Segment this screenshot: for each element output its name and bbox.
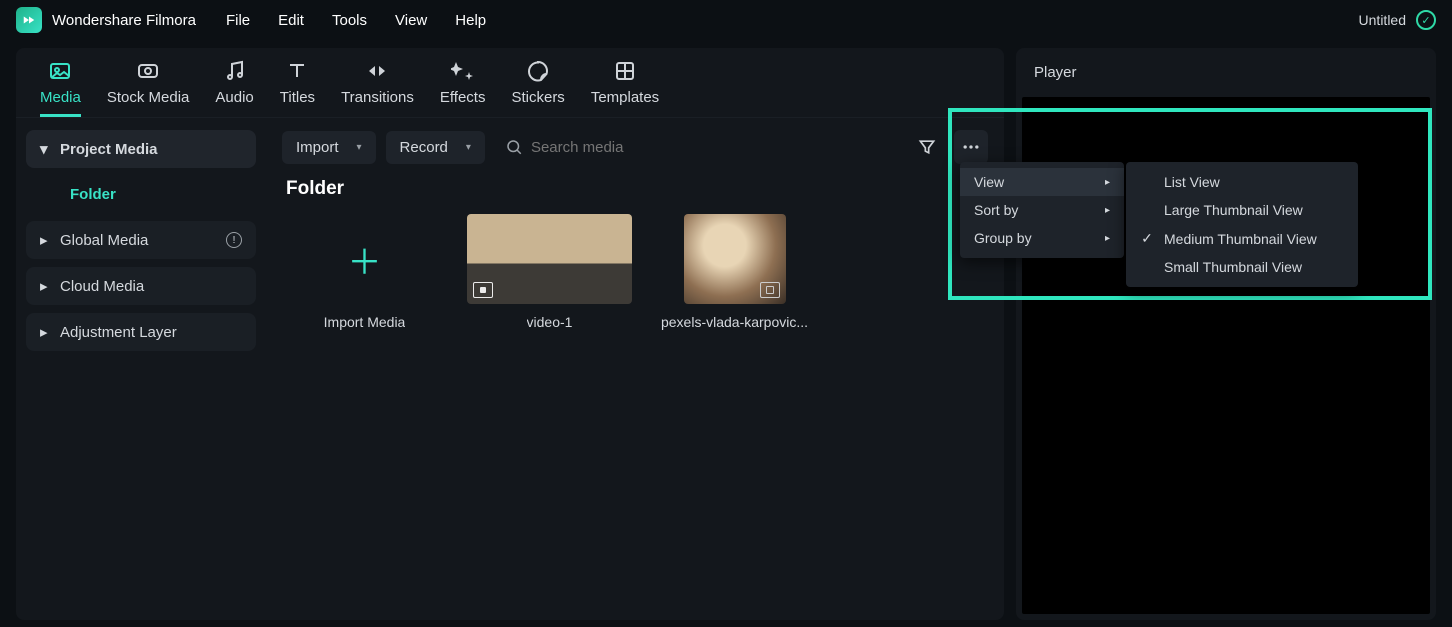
player-header: Player bbox=[1016, 48, 1436, 97]
view-submenu: List View Large Thumbnail View ✓Medium T… bbox=[1126, 162, 1358, 287]
filter-button[interactable] bbox=[910, 130, 944, 164]
video-thumbnail bbox=[684, 214, 786, 304]
clip-badge-icon bbox=[473, 282, 493, 298]
chevron-right-icon: ▸ bbox=[1105, 233, 1110, 244]
app-logo-icon bbox=[16, 7, 42, 33]
menu-edit[interactable]: Edit bbox=[278, 12, 304, 29]
media-icon bbox=[48, 59, 72, 83]
check-icon: ✓ bbox=[1140, 230, 1154, 247]
import-dropdown[interactable]: Import ▾ bbox=[282, 131, 376, 164]
titles-icon bbox=[285, 59, 309, 83]
saved-check-icon: ✓ bbox=[1416, 10, 1436, 30]
more-options-menu: View▸ Sort by▸ Group by▸ bbox=[960, 162, 1124, 258]
sidebar-global-media[interactable]: ▸ Global Media ! bbox=[26, 221, 256, 259]
caret-down-icon: ▾ bbox=[466, 142, 471, 153]
media-toolbar: Import ▾ Record ▾ bbox=[282, 130, 988, 164]
tab-audio[interactable]: Audio bbox=[215, 59, 253, 117]
project-title: Untitled bbox=[1359, 12, 1406, 28]
stickers-icon bbox=[526, 59, 550, 83]
caret-down-icon: ▾ bbox=[357, 142, 362, 153]
workspace-tabs: Media Stock Media Audio Titles Transitio… bbox=[16, 48, 1004, 118]
search-icon bbox=[505, 138, 523, 156]
tab-effects[interactable]: Effects bbox=[440, 59, 486, 117]
sidebar-adjustment-layer[interactable]: ▸ Adjustment Layer bbox=[26, 313, 256, 351]
media-item-pexels[interactable]: pexels-vlada-karpovic... bbox=[652, 214, 817, 330]
ctx-list-view[interactable]: List View bbox=[1126, 168, 1358, 196]
chevron-right-icon: ▸ bbox=[1105, 205, 1110, 216]
tab-templates[interactable]: Templates bbox=[591, 59, 659, 117]
filter-icon bbox=[917, 137, 937, 157]
chevron-right-icon: ▸ bbox=[1105, 177, 1110, 188]
media-item-video-1[interactable]: video-1 bbox=[467, 214, 632, 330]
media-browser: Import ▾ Record ▾ bbox=[266, 118, 1004, 620]
menu-file[interactable]: File bbox=[226, 12, 250, 29]
audio-icon bbox=[223, 59, 247, 83]
ctx-group-by[interactable]: Group by▸ bbox=[960, 224, 1124, 252]
video-thumbnail bbox=[467, 214, 632, 304]
chevron-right-icon: ▸ bbox=[40, 323, 50, 341]
media-grid: ＋ Import Media video-1 pexels-vlada-ka bbox=[282, 214, 988, 330]
tab-titles[interactable]: Titles bbox=[280, 59, 315, 117]
search-media[interactable] bbox=[495, 130, 900, 164]
record-dropdown[interactable]: Record ▾ bbox=[386, 131, 485, 164]
tab-media[interactable]: Media bbox=[40, 59, 81, 117]
tab-stickers[interactable]: Stickers bbox=[511, 59, 564, 117]
search-input[interactable] bbox=[531, 139, 890, 156]
sidebar-folder[interactable]: Folder bbox=[26, 176, 256, 213]
sidebar-project-media[interactable]: ▾ Project Media bbox=[26, 130, 256, 168]
ctx-large-thumb[interactable]: Large Thumbnail View bbox=[1126, 196, 1358, 224]
stock-media-icon bbox=[136, 59, 160, 83]
media-sidebar: ▾ Project Media Folder ▸ Global Media ! … bbox=[16, 118, 266, 620]
import-media-tile[interactable]: ＋ Import Media bbox=[282, 214, 447, 330]
chevron-right-icon: ▸ bbox=[40, 231, 50, 249]
transitions-icon bbox=[365, 59, 389, 83]
menu-view[interactable]: View bbox=[395, 12, 427, 29]
media-panel: Media Stock Media Audio Titles Transitio… bbox=[16, 48, 1004, 620]
menu-tools[interactable]: Tools bbox=[332, 12, 367, 29]
effects-icon bbox=[451, 59, 475, 83]
more-options-button[interactable] bbox=[954, 130, 988, 164]
menu-bar: File Edit Tools View Help bbox=[226, 12, 486, 29]
ctx-small-thumb[interactable]: Small Thumbnail View bbox=[1126, 253, 1358, 281]
clip-badge-icon bbox=[760, 282, 780, 298]
info-icon: ! bbox=[226, 232, 242, 248]
chevron-down-icon: ▾ bbox=[40, 140, 50, 158]
ctx-sort-by[interactable]: Sort by▸ bbox=[960, 196, 1124, 224]
player-panel: Player bbox=[1016, 48, 1436, 620]
menu-help[interactable]: Help bbox=[455, 12, 486, 29]
tab-stock-media[interactable]: Stock Media bbox=[107, 59, 190, 117]
ctx-view[interactable]: View▸ bbox=[960, 168, 1124, 196]
plus-icon: ＋ bbox=[282, 214, 447, 304]
chevron-right-icon: ▸ bbox=[40, 277, 50, 295]
folder-title: Folder bbox=[282, 178, 988, 200]
more-horizontal-icon bbox=[961, 137, 981, 157]
title-bar: Wondershare Filmora File Edit Tools View… bbox=[0, 0, 1452, 40]
ctx-medium-thumb[interactable]: ✓Medium Thumbnail View bbox=[1126, 224, 1358, 253]
tab-transitions[interactable]: Transitions bbox=[341, 59, 414, 117]
app-name: Wondershare Filmora bbox=[52, 12, 196, 29]
sidebar-cloud-media[interactable]: ▸ Cloud Media bbox=[26, 267, 256, 305]
templates-icon bbox=[613, 59, 637, 83]
